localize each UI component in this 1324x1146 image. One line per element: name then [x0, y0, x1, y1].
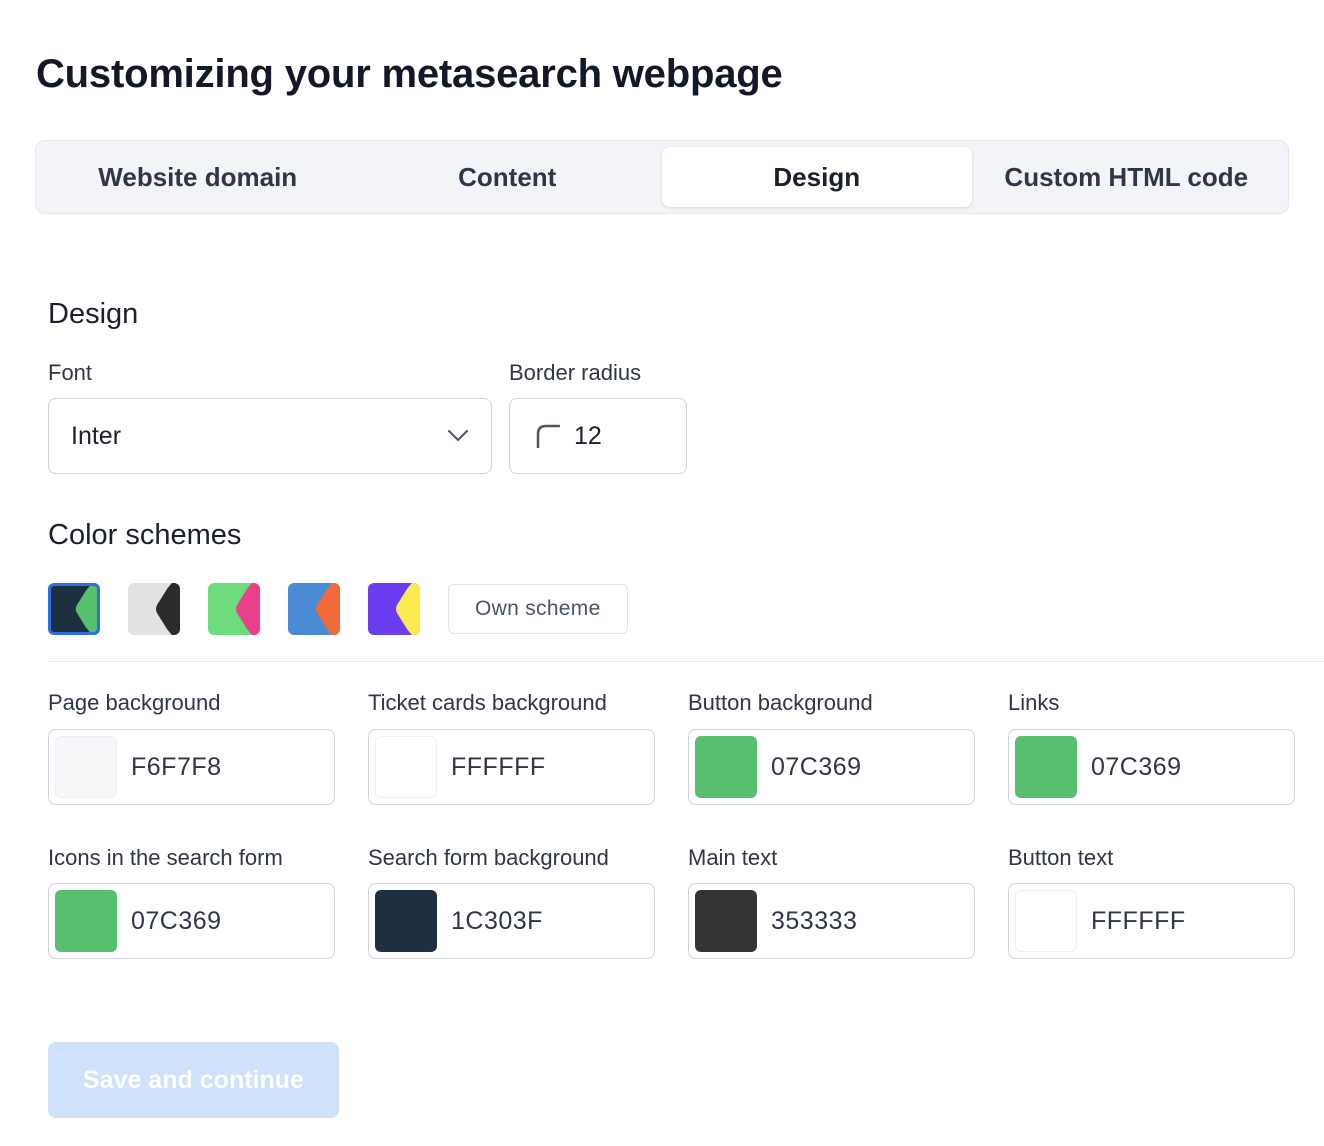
color-schemes-heading: Color schemes [48, 519, 242, 551]
color-scheme-swatch[interactable] [208, 583, 260, 635]
ticket-cards-background-field[interactable]: FFFFFF [368, 729, 655, 805]
tab-content[interactable]: Content [353, 147, 663, 207]
border-radius-value: 12 [574, 421, 602, 450]
chevron-down-icon [447, 425, 469, 447]
color-swatch[interactable] [1015, 736, 1077, 798]
color-value: FFFFFF [451, 752, 546, 781]
main-text-label: Main text [688, 845, 778, 870]
color-swatch[interactable] [695, 890, 757, 952]
color-scheme-picker: Own scheme [48, 583, 628, 635]
color-value: 07C369 [131, 906, 222, 935]
design-heading: Design [48, 298, 139, 330]
color-swatch[interactable] [55, 890, 117, 952]
button-text-label: Button text [1008, 845, 1114, 870]
border-radius-input[interactable]: 12 [509, 398, 687, 474]
color-scheme-swatch[interactable] [48, 583, 100, 635]
own-scheme-button[interactable]: Own scheme [448, 584, 628, 634]
page-background-label: Page background [48, 690, 221, 715]
color-swatch[interactable] [695, 736, 757, 798]
tab-design[interactable]: Design [662, 147, 972, 207]
corner-radius-icon [536, 424, 560, 448]
links-field[interactable]: 07C369 [1008, 729, 1295, 805]
button-background-field[interactable]: 07C369 [688, 729, 975, 805]
color-value: 353333 [771, 906, 858, 935]
links-label: Links [1008, 690, 1060, 715]
color-swatch[interactable] [375, 736, 437, 798]
tab-website-domain[interactable]: Website domain [43, 147, 353, 207]
ticket-cards-background-label: Ticket cards background [368, 690, 607, 715]
color-value: F6F7F8 [131, 752, 222, 781]
font-label: Font [48, 360, 93, 385]
color-swatch[interactable] [55, 736, 117, 798]
page-background-field[interactable]: F6F7F8 [48, 729, 335, 805]
page-title: Customizing your metasearch webpage [36, 52, 783, 96]
button-background-label: Button background [688, 690, 873, 715]
main-text-field[interactable]: 353333 [688, 883, 975, 959]
border-radius-label: Border radius [509, 360, 642, 385]
color-value: 07C369 [771, 752, 862, 781]
color-value: 1C303F [451, 906, 543, 935]
button-text-field[interactable]: FFFFFF [1008, 883, 1295, 959]
tab-custom-html-code[interactable]: Custom HTML code [972, 147, 1282, 207]
color-value: 07C369 [1091, 752, 1182, 781]
icons-search-form-label: Icons in the search form [48, 845, 283, 870]
search-form-background-label: Search form background [368, 845, 609, 870]
font-select[interactable]: Inter [48, 398, 492, 474]
color-scheme-swatch[interactable] [128, 583, 180, 635]
color-scheme-swatch[interactable] [368, 583, 420, 635]
color-value: FFFFFF [1091, 906, 1186, 935]
color-swatch[interactable] [1015, 890, 1077, 952]
search-form-background-field[interactable]: 1C303F [368, 883, 655, 959]
color-swatch[interactable] [375, 890, 437, 952]
font-select-value: Inter [71, 421, 122, 450]
save-and-continue-button[interactable]: Save and continue [48, 1042, 339, 1118]
divider [48, 661, 1324, 662]
icons-search-form-field[interactable]: 07C369 [48, 883, 335, 959]
tab-bar: Website domain Content Design Custom HTM… [35, 140, 1289, 214]
color-scheme-swatch[interactable] [288, 583, 340, 635]
